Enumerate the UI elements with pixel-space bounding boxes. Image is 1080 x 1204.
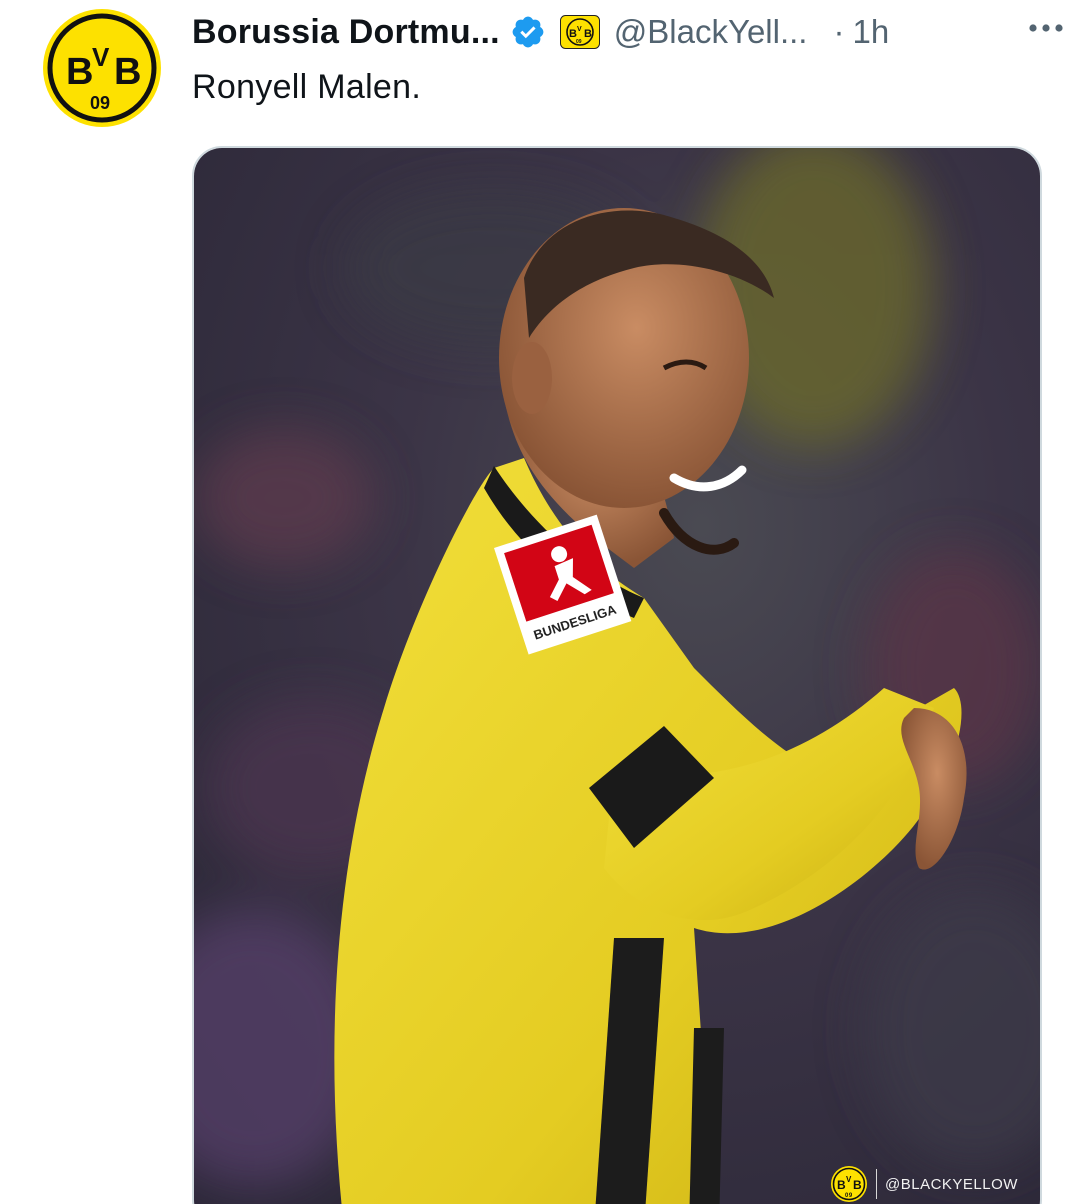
tweet: B V B 09 Borussia Dortmu... B V B 09 @Bl… bbox=[0, 0, 1080, 1204]
handle[interactable]: @BlackYell... bbox=[614, 13, 808, 51]
watermark-divider bbox=[876, 1169, 877, 1199]
separator: · bbox=[833, 13, 845, 50]
tweet-header: Borussia Dortmu... B V B 09 @BlackYell..… bbox=[192, 6, 1050, 58]
svg-text:B: B bbox=[584, 28, 592, 40]
svg-text:V: V bbox=[846, 1175, 852, 1184]
media-watermark: B V B 09 @BLACKYELLOW bbox=[830, 1164, 1018, 1204]
timestamp[interactable]: 1h bbox=[852, 13, 889, 51]
svg-text:09: 09 bbox=[576, 39, 582, 45]
svg-text:09: 09 bbox=[845, 1193, 853, 1199]
svg-text:B: B bbox=[114, 51, 141, 93]
svg-text:B: B bbox=[66, 51, 93, 93]
bvb-crest-icon: B V B 09 bbox=[43, 9, 161, 127]
svg-text:09: 09 bbox=[90, 93, 110, 113]
svg-text:V: V bbox=[92, 42, 110, 72]
verified-badge-icon[interactable] bbox=[510, 14, 546, 50]
tweet-photo[interactable]: BUNDESLIGA B V B 09 @BLACKYELLOW bbox=[192, 146, 1042, 1204]
svg-text:B: B bbox=[837, 1178, 846, 1192]
display-name[interactable]: Borussia Dortmu... bbox=[192, 13, 500, 52]
watermark-text: @BLACKYELLOW bbox=[885, 1175, 1018, 1193]
tweet-text: Ronyell Malen. bbox=[192, 68, 422, 106]
svg-text:B: B bbox=[853, 1178, 862, 1192]
bvb-affiliation-icon[interactable]: B V B 09 bbox=[559, 15, 600, 49]
bvb-watermark-icon: B V B 09 bbox=[830, 1165, 868, 1203]
svg-text:V: V bbox=[577, 26, 582, 33]
avatar[interactable]: B V B 09 bbox=[42, 8, 162, 128]
player-photo: BUNDESLIGA bbox=[194, 148, 1040, 1204]
more-options-icon[interactable] bbox=[1026, 8, 1066, 48]
